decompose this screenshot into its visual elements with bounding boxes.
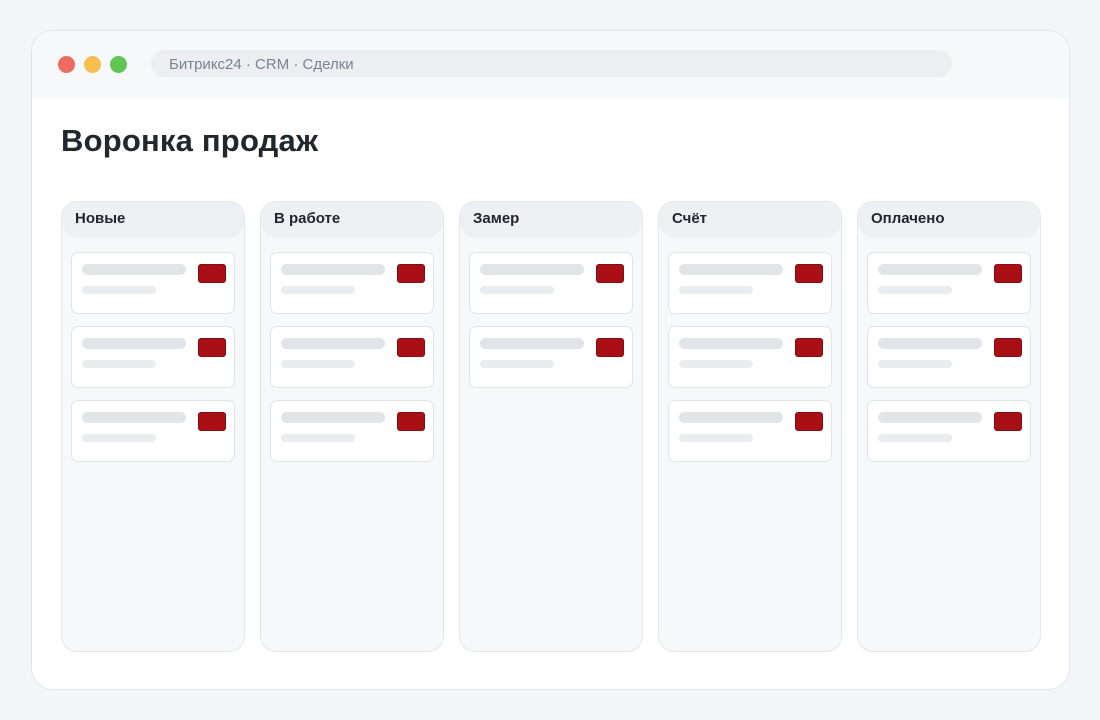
deal-card[interactable] (71, 252, 235, 314)
deal-subtitle-placeholder (679, 360, 753, 368)
deal-card[interactable] (668, 326, 832, 388)
deal-title-placeholder (679, 338, 783, 349)
deal-title-placeholder (82, 264, 186, 275)
deal-title-placeholder (82, 338, 186, 349)
deal-tag (795, 412, 823, 431)
deal-subtitle-placeholder (281, 286, 355, 294)
kanban-column: Новые (61, 201, 245, 652)
deal-subtitle-placeholder (480, 360, 554, 368)
maximize-window-button[interactable] (110, 56, 127, 73)
deal-card[interactable] (270, 326, 434, 388)
deal-tag (397, 338, 425, 357)
kanban-column: Счёт (658, 201, 842, 652)
deal-tag (994, 264, 1022, 283)
deal-tag (397, 264, 425, 283)
deal-title-placeholder (480, 338, 584, 349)
deal-subtitle-placeholder (480, 286, 554, 294)
deal-tag (994, 412, 1022, 431)
deal-card[interactable] (71, 326, 235, 388)
close-window-button[interactable] (58, 56, 75, 73)
column-header[interactable]: Счёт (659, 202, 841, 238)
deal-subtitle-placeholder (878, 360, 952, 368)
deal-tag (198, 264, 226, 283)
kanban-column: Замер (459, 201, 643, 652)
deal-title-placeholder (679, 412, 783, 423)
minimize-window-button[interactable] (84, 56, 101, 73)
deal-card[interactable] (867, 400, 1031, 462)
deal-tag (795, 338, 823, 357)
deal-title-placeholder (679, 264, 783, 275)
browser-window: Битрикс24 · CRM · Сделки Воронка продаж … (31, 30, 1070, 690)
deal-card[interactable] (867, 326, 1031, 388)
deal-card[interactable] (270, 252, 434, 314)
column-header[interactable]: Замер (460, 202, 642, 238)
deal-subtitle-placeholder (281, 360, 355, 368)
column-header[interactable]: Оплачено (858, 202, 1040, 238)
deal-tag (795, 264, 823, 283)
deal-tag (198, 338, 226, 357)
deal-tag (994, 338, 1022, 357)
deal-card[interactable] (668, 252, 832, 314)
deal-subtitle-placeholder (679, 434, 753, 442)
deal-card[interactable] (469, 252, 633, 314)
deal-title-placeholder (480, 264, 584, 275)
window-titlebar: Битрикс24 · CRM · Сделки (32, 31, 1069, 98)
column-header[interactable]: В работе (261, 202, 443, 238)
deal-tag (596, 338, 624, 357)
deal-title-placeholder (82, 412, 186, 423)
deal-card[interactable] (270, 400, 434, 462)
deal-card[interactable] (668, 400, 832, 462)
deal-title-placeholder (878, 338, 982, 349)
deal-card[interactable] (469, 326, 633, 388)
deal-card[interactable] (867, 252, 1031, 314)
deal-title-placeholder (878, 412, 982, 423)
deal-subtitle-placeholder (878, 434, 952, 442)
deal-title-placeholder (878, 264, 982, 275)
deal-subtitle-placeholder (82, 434, 156, 442)
address-bar[interactable]: Битрикс24 · CRM · Сделки (151, 50, 952, 77)
deal-subtitle-placeholder (82, 360, 156, 368)
deal-tag (596, 264, 624, 283)
deal-tag (397, 412, 425, 431)
kanban-column: Оплачено (857, 201, 1041, 652)
deal-subtitle-placeholder (878, 286, 952, 294)
deal-title-placeholder (281, 338, 385, 349)
deal-subtitle-placeholder (82, 286, 156, 294)
deal-subtitle-placeholder (281, 434, 355, 442)
kanban-column: В работе (260, 201, 444, 652)
page-title: Воронка продаж (61, 123, 319, 158)
deal-subtitle-placeholder (679, 286, 753, 294)
deal-tag (198, 412, 226, 431)
deal-title-placeholder (281, 264, 385, 275)
column-header[interactable]: Новые (62, 202, 244, 238)
deal-card[interactable] (71, 400, 235, 462)
deal-title-placeholder (281, 412, 385, 423)
